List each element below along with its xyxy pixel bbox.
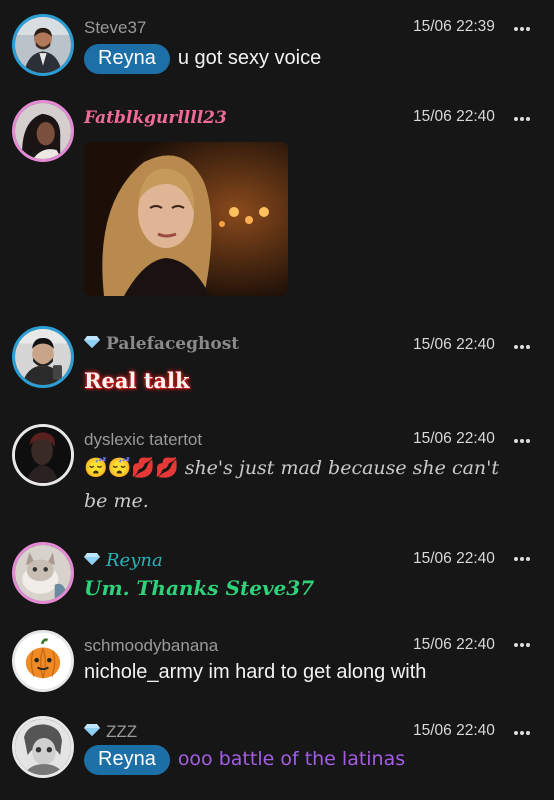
username-text: ZZZ — [106, 722, 138, 741]
message-text: Reyna ooo battle of the latinas — [84, 745, 405, 775]
message-body: u got sexy voice — [177, 47, 322, 69]
timestamp: 15/06 22:40 — [413, 722, 495, 739]
mention-chip[interactable]: Reyna — [84, 745, 170, 775]
emoji-sequence: 😴😴💋💋 — [84, 457, 179, 479]
username[interactable]: schmoodybanana — [84, 636, 218, 656]
message-text-continued: be me. — [84, 490, 149, 512]
pumpkin-avatar-icon — [15, 633, 71, 689]
message-text: Um. Thanks Steve37 — [84, 576, 315, 600]
timestamp: 15/06 22:40 — [413, 550, 495, 567]
chat-message: dyslexic tatertot 15/06 22:40 😴😴💋💋 she's… — [0, 422, 554, 532]
woman-with-blonde-hair-image — [84, 142, 288, 296]
timestamp: 15/06 22:40 — [413, 636, 495, 653]
username[interactable]: dyslexic tatertot — [84, 430, 202, 450]
timestamp: 15/06 22:39 — [413, 18, 495, 35]
dark-portrait-avatar-icon — [15, 427, 71, 483]
username[interactable]: Reyna — [84, 550, 163, 571]
user-avatar[interactable] — [12, 630, 74, 692]
woman-avatar-icon — [15, 103, 71, 159]
more-options-icon[interactable] — [514, 114, 530, 124]
user-avatar[interactable] — [12, 14, 74, 76]
user-avatar[interactable] — [12, 424, 74, 486]
timestamp: 15/06 22:40 — [413, 430, 495, 447]
gif-attachment[interactable] — [84, 142, 288, 296]
more-options-icon[interactable] — [514, 640, 530, 650]
message-text: Real talk — [84, 368, 190, 393]
message-text: 😴😴💋💋 she's just mad because she can't — [84, 456, 499, 479]
chat-message: Palefaceghost 15/06 22:40 Real talk — [0, 326, 554, 406]
user-avatar[interactable] — [12, 542, 74, 604]
man-in-suit-avatar-icon — [15, 17, 71, 73]
chat-message: Fatblkgurllll23 15/06 22:40 — [0, 100, 554, 300]
message-text: Reyna u got sexy voice — [84, 44, 321, 74]
man-selfie-avatar-icon — [15, 329, 71, 385]
timestamp: 15/06 22:40 — [413, 108, 495, 125]
chat-message: Steve37 15/06 22:39 Reyna u got sexy voic… — [0, 12, 554, 82]
mention-chip[interactable]: Reyna — [84, 44, 170, 74]
chat-message: Reyna 15/06 22:40 Um. Thanks Steve37 — [0, 542, 554, 612]
more-options-icon[interactable] — [514, 342, 530, 352]
user-avatar[interactable] — [12, 100, 74, 162]
diamond-icon — [84, 553, 100, 565]
message-body: ooo battle of the latinas — [177, 748, 406, 770]
chat-message: ZZZ 15/06 22:40 Reyna ooo battle of the l… — [0, 714, 554, 794]
diamond-icon — [84, 336, 100, 348]
more-options-icon[interactable] — [514, 24, 530, 34]
more-options-icon[interactable] — [514, 728, 530, 738]
chat-message: schmoodybanana 15/06 22:40 nichole_army … — [0, 628, 554, 698]
message-body: she's just mad because she can't — [184, 457, 500, 479]
sketch-avatar-icon — [15, 719, 71, 775]
user-avatar[interactable] — [12, 326, 74, 388]
diamond-icon — [84, 724, 100, 736]
cat-avatar-icon — [15, 545, 71, 601]
user-avatar[interactable] — [12, 716, 74, 778]
more-options-icon[interactable] — [514, 436, 530, 446]
username[interactable]: Fatblkgurllll23 — [84, 108, 227, 128]
timestamp: 15/06 22:40 — [413, 336, 495, 353]
username-text: Palefaceghost — [106, 334, 240, 354]
more-options-icon[interactable] — [514, 554, 530, 564]
username[interactable]: ZZZ — [84, 722, 137, 742]
username[interactable]: Steve37 — [84, 18, 146, 38]
message-text: nichole_army im hard to get along with — [84, 661, 427, 683]
username[interactable]: Palefaceghost — [84, 334, 239, 354]
username-text: Reyna — [106, 550, 163, 571]
